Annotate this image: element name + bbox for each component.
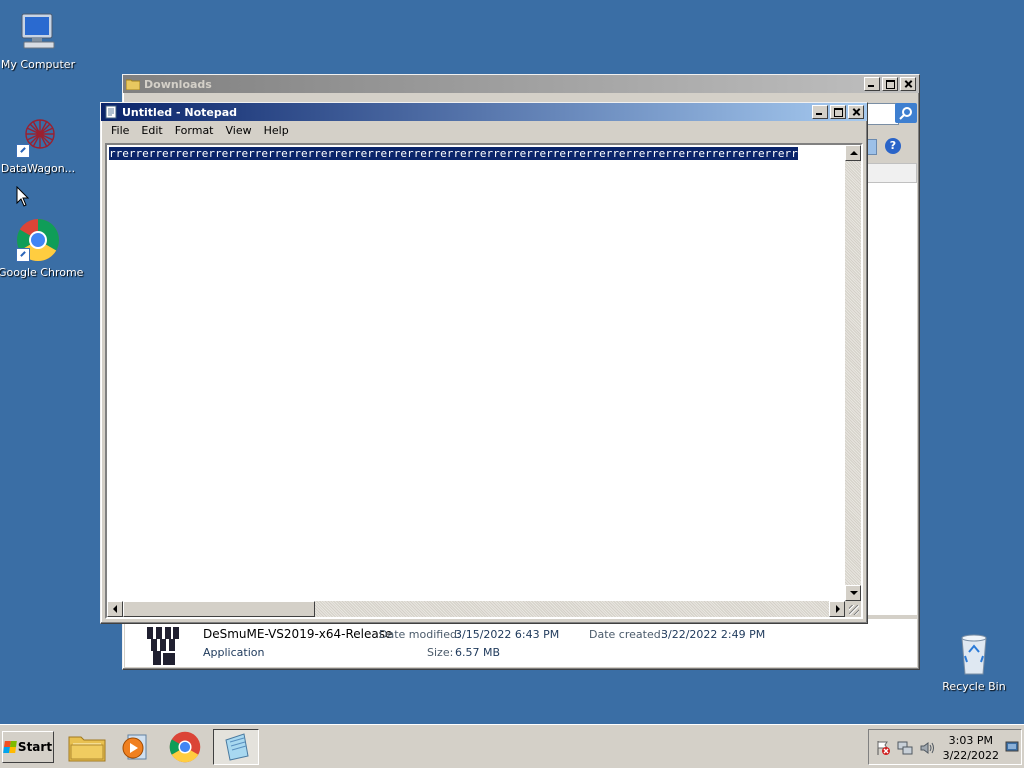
selected-text: rrerrerrerrerrerrerrerrerrerrerrerrerrer… <box>109 147 798 160</box>
column-header[interactable] <box>867 163 917 183</box>
search-button[interactable] <box>895 103 917 123</box>
start-button[interactable]: Start <box>2 731 54 763</box>
close-button[interactable] <box>848 105 864 119</box>
explorer-titlebar[interactable]: Downloads <box>123 75 919 93</box>
preview-pane-button[interactable] <box>867 139 877 155</box>
close-button[interactable] <box>900 77 916 91</box>
system-tray: 3:03 PM 3/22/2022 <box>868 729 1022 765</box>
details-pane: DeSmuME-VS2019-x64-Release Application D… <box>125 619 917 667</box>
maximize-button[interactable] <box>830 105 846 119</box>
menu-bar: File Edit Format View Help <box>101 121 867 139</box>
menu-help[interactable]: Help <box>258 124 295 137</box>
file-name: DeSmuME-VS2019-x64-Release <box>203 627 393 641</box>
clock[interactable]: 3:03 PM 3/22/2022 <box>943 733 999 763</box>
windows-flag-icon <box>3 741 17 753</box>
explorer-title: Downloads <box>144 77 212 91</box>
volume-icon[interactable] <box>919 740 935 756</box>
taskbar-chrome[interactable] <box>162 729 208 765</box>
clock-date: 3/22/2022 <box>942 749 999 762</box>
datawagon-icon <box>16 114 60 158</box>
file-type: Application <box>203 646 265 659</box>
chrome-icon <box>16 218 60 262</box>
computer-icon <box>16 10 60 54</box>
shortcut-arrow-icon <box>16 248 30 262</box>
taskbar-explorer[interactable] <box>64 729 110 765</box>
desktop-icon-label: Google Chrome <box>0 266 84 279</box>
scroll-up-button[interactable] <box>845 145 861 161</box>
desktop-icon-recycle-bin[interactable]: Recycle Bin <box>934 632 1014 693</box>
taskbar-notepad[interactable] <box>213 729 259 765</box>
shortcut-arrow-icon <box>16 144 30 158</box>
action-center-flag-icon[interactable] <box>875 740 891 756</box>
show-desktop-icon[interactable] <box>1005 740 1019 754</box>
date-created-label: Date created: <box>589 628 665 641</box>
desktop-icon-chrome[interactable]: Google Chrome <box>0 218 84 279</box>
horizontal-scroll-thumb[interactable] <box>123 601 315 617</box>
scroll-left-button[interactable] <box>107 601 123 617</box>
date-created-value: 3/22/2022 2:49 PM <box>661 628 766 641</box>
desmume-app-icon <box>147 625 179 665</box>
taskbar: Start 3:03 PM 3/22/2022 <box>0 724 1024 768</box>
maximize-button[interactable] <box>882 77 898 91</box>
text-editor[interactable]: rrerrerrerrerrerrerrerrerrerrerrerrerrer… <box>105 143 863 619</box>
desktop-icon-label: DataWagon... <box>0 162 76 175</box>
notepad-title: Untitled - Notepad <box>122 105 238 119</box>
search-icon <box>899 107 912 120</box>
file-list-area[interactable] <box>867 183 917 615</box>
start-label: Start <box>17 740 53 754</box>
date-modified-label: Date modified: <box>379 628 461 641</box>
desktop-icon-my-computer[interactable]: My Computer <box>0 10 78 71</box>
desktop-icon-datawagon[interactable]: DataWagon... <box>0 114 78 175</box>
notepad-icon <box>225 733 249 761</box>
desktop-icon-label: Recycle Bin <box>942 680 1006 693</box>
size-label: Size: <box>427 646 454 659</box>
notepad-icon <box>105 105 117 119</box>
help-button[interactable]: ? <box>885 138 901 154</box>
media-player-icon <box>122 734 147 760</box>
clock-time: 3:03 PM <box>948 734 993 747</box>
explorer-icon <box>68 736 106 762</box>
minimize-button[interactable] <box>812 105 828 119</box>
minimize-button[interactable] <box>864 77 880 91</box>
notepad-window[interactable]: Untitled - Notepad File Edit Format View… <box>100 102 868 624</box>
editor-text[interactable]: rrerrerrerrerrerrerrerrerrerrerrerrerrer… <box>109 147 843 161</box>
notepad-titlebar[interactable]: Untitled - Notepad <box>101 103 867 121</box>
menu-edit[interactable]: Edit <box>135 124 168 137</box>
recycle-bin-icon <box>952 632 996 676</box>
desktop-icon-label: My Computer <box>0 58 76 71</box>
folder-icon <box>126 79 140 90</box>
menu-file[interactable]: File <box>105 124 135 137</box>
menu-format[interactable]: Format <box>169 124 220 137</box>
resize-grip[interactable] <box>845 601 861 617</box>
scroll-right-button[interactable] <box>829 601 845 617</box>
chrome-icon <box>169 731 201 763</box>
mouse-cursor-icon <box>16 186 30 207</box>
size-value: 6.57 MB <box>455 646 501 659</box>
menu-view[interactable]: View <box>220 124 258 137</box>
date-modified-value: 3/15/2022 6:43 PM <box>455 628 560 641</box>
horizontal-scrollbar[interactable] <box>107 601 845 617</box>
scroll-down-button[interactable] <box>845 585 861 601</box>
network-icon[interactable] <box>897 740 913 756</box>
vertical-scrollbar[interactable] <box>845 145 861 601</box>
taskbar-media-player[interactable] <box>112 729 158 765</box>
